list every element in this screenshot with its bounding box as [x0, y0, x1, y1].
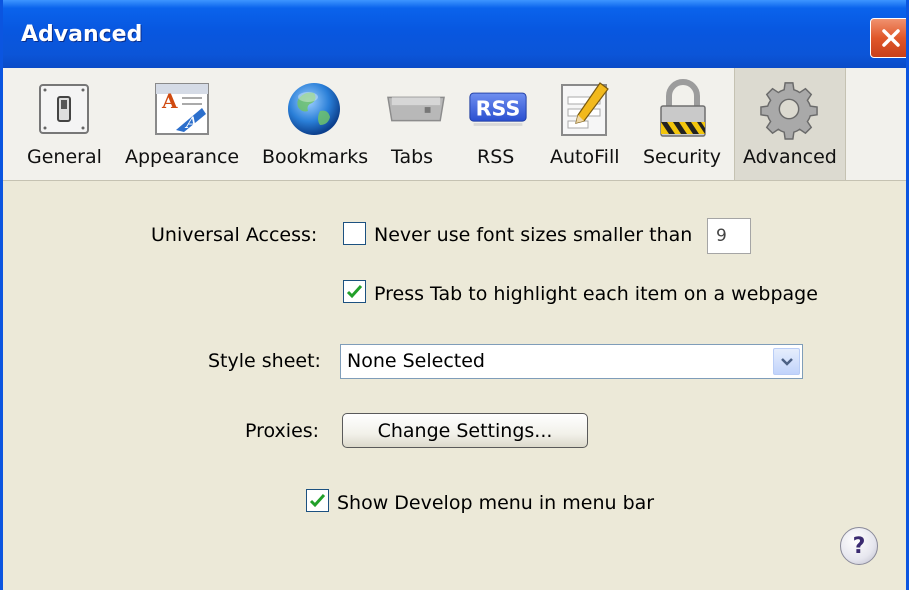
tab-advanced[interactable]: Advanced: [734, 68, 846, 180]
tab-highlight-label: Press Tab to highlight each item on a we…: [374, 283, 818, 305]
chevron-down-icon: [780, 357, 793, 366]
tabs-icon: [386, 78, 446, 140]
preferences-window: Advanced General A A Appearance Bookmark…: [0, 0, 909, 590]
tab-autofill[interactable]: AutoFill: [543, 68, 631, 180]
preferences-toolbar: General A A Appearance Bookmarks Tabs RS…: [3, 68, 906, 181]
close-icon: [882, 29, 900, 47]
tab-tabs[interactable]: Tabs: [381, 68, 453, 180]
style-sheet-value: None Selected: [347, 350, 485, 372]
develop-menu-checkbox[interactable]: [306, 489, 329, 512]
rss-icon: RSS: [468, 78, 528, 140]
close-button[interactable]: [870, 18, 906, 58]
checkmark-icon: [346, 284, 363, 299]
develop-menu-label: Show Develop menu in menu bar: [337, 492, 655, 514]
gear-icon: [759, 78, 819, 140]
tab-general[interactable]: General: [17, 68, 111, 180]
font-size-checkbox[interactable]: [343, 222, 366, 245]
tab-label: AutoFill: [550, 146, 620, 168]
svg-text:A: A: [184, 113, 198, 132]
lock-icon: [653, 78, 713, 140]
switch-icon: [34, 78, 94, 140]
tab-label: Appearance: [125, 146, 240, 168]
tab-label: General: [27, 146, 102, 168]
pencil-form-icon: [555, 78, 615, 140]
font-icon: A A: [152, 78, 212, 140]
dropdown-arrow[interactable]: [773, 348, 800, 375]
proxies-label: Proxies:: [245, 420, 320, 442]
tab-label: Security: [643, 146, 722, 168]
tab-label: Advanced: [743, 146, 837, 168]
svg-text:A: A: [161, 89, 178, 113]
tab-label: Bookmarks: [262, 146, 369, 168]
font-size-option-label: Never use font sizes smaller than: [374, 224, 693, 246]
tab-security[interactable]: Security: [639, 68, 727, 180]
tab-appearance[interactable]: A A Appearance: [123, 68, 245, 180]
style-sheet-select[interactable]: None Selected: [340, 344, 803, 379]
tab-label: RSS: [477, 146, 515, 168]
universal-access-label: Universal Access:: [151, 224, 318, 246]
globe-icon: [284, 78, 344, 140]
window-title: Advanced: [21, 22, 143, 47]
change-settings-button[interactable]: Change Settings...: [342, 413, 588, 448]
font-size-field[interactable]: 9: [707, 218, 751, 254]
title-bar[interactable]: Advanced: [3, 0, 906, 68]
style-sheet-label: Style sheet:: [208, 350, 321, 372]
svg-text:RSS: RSS: [476, 97, 521, 121]
tab-highlight-checkbox[interactable]: [343, 280, 366, 303]
tab-rss[interactable]: RSS RSS: [463, 68, 533, 180]
tab-bookmarks[interactable]: Bookmarks: [258, 68, 373, 180]
checkmark-icon: [309, 493, 326, 508]
tab-label: Tabs: [391, 146, 434, 168]
help-button[interactable]: ?: [840, 527, 878, 565]
